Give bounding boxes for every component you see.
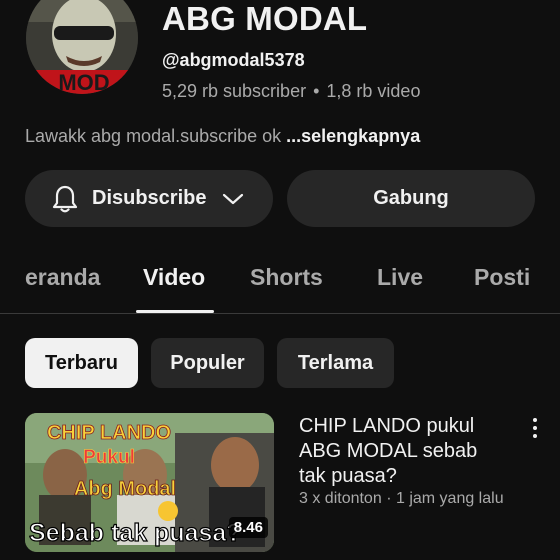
channel-description[interactable]: Lawakk abg modal.subscribe ok ...selengk… xyxy=(25,126,420,147)
thumb-caption-3: Abg Modal xyxy=(74,478,176,500)
subscribe-button[interactable]: Disubscribe xyxy=(25,170,273,227)
subscribe-label: Disubscribe xyxy=(92,187,207,209)
video-title[interactable]: CHIP LANDO pukul ABG MODAL sebab tak pua… xyxy=(299,414,509,489)
join-button[interactable]: Gabung xyxy=(287,170,535,227)
description-more-link[interactable]: ...selengkapnya xyxy=(286,126,420,146)
stats-separator: • xyxy=(313,81,320,101)
chevron-down-icon xyxy=(221,190,245,213)
thumb-caption-4: Sebab tak puasa? xyxy=(29,519,242,547)
tab-video[interactable]: Video xyxy=(143,264,205,291)
avatar-text: MOD xyxy=(58,70,109,94)
tab-shorts[interactable]: Shorts xyxy=(250,264,323,291)
thumb-caption-1: CHIP LANDO xyxy=(47,422,171,444)
more-vert-icon[interactable] xyxy=(526,416,544,440)
video-thumbnail[interactable]: CHIP LANDO Pukul Abg Modal Sebab tak pua… xyxy=(25,413,274,552)
active-tab-indicator xyxy=(136,310,214,313)
video-duration: 8.46 xyxy=(228,517,268,538)
filter-chip-terbaru[interactable]: Terbaru xyxy=(25,338,138,388)
tab-beranda[interactable]: eranda xyxy=(25,264,100,291)
subscriber-count: 5,29 rb subscriber xyxy=(162,81,307,101)
filter-chip-populer[interactable]: Populer xyxy=(151,338,264,388)
description-text: Lawakk abg modal.subscribe ok xyxy=(25,126,287,146)
meta-separator: · xyxy=(386,490,392,507)
channel-avatar[interactable]: MOD xyxy=(26,0,138,94)
channel-handle: @abgmodal5378 xyxy=(162,50,305,70)
bell-icon xyxy=(51,184,79,220)
view-count: 3 x ditonton xyxy=(299,490,382,507)
channel-tabs: eranda Video Shorts Live Posti xyxy=(0,248,560,314)
channel-stats: 5,29 rb subscriber • 1,8 rb video xyxy=(162,81,420,102)
video-meta: 3 x ditonton · 1 jam yang lalu xyxy=(299,490,504,508)
video-count: 1,8 rb video xyxy=(326,81,421,101)
filter-chip-terlama[interactable]: Terlama xyxy=(277,338,394,388)
tab-postingan[interactable]: Posti xyxy=(474,264,530,291)
channel-name: ABG MODAL xyxy=(162,0,368,37)
tab-live[interactable]: Live xyxy=(377,264,423,291)
thumb-caption-2: Pukul xyxy=(83,447,135,468)
upload-age: 1 jam yang lalu xyxy=(395,490,504,507)
